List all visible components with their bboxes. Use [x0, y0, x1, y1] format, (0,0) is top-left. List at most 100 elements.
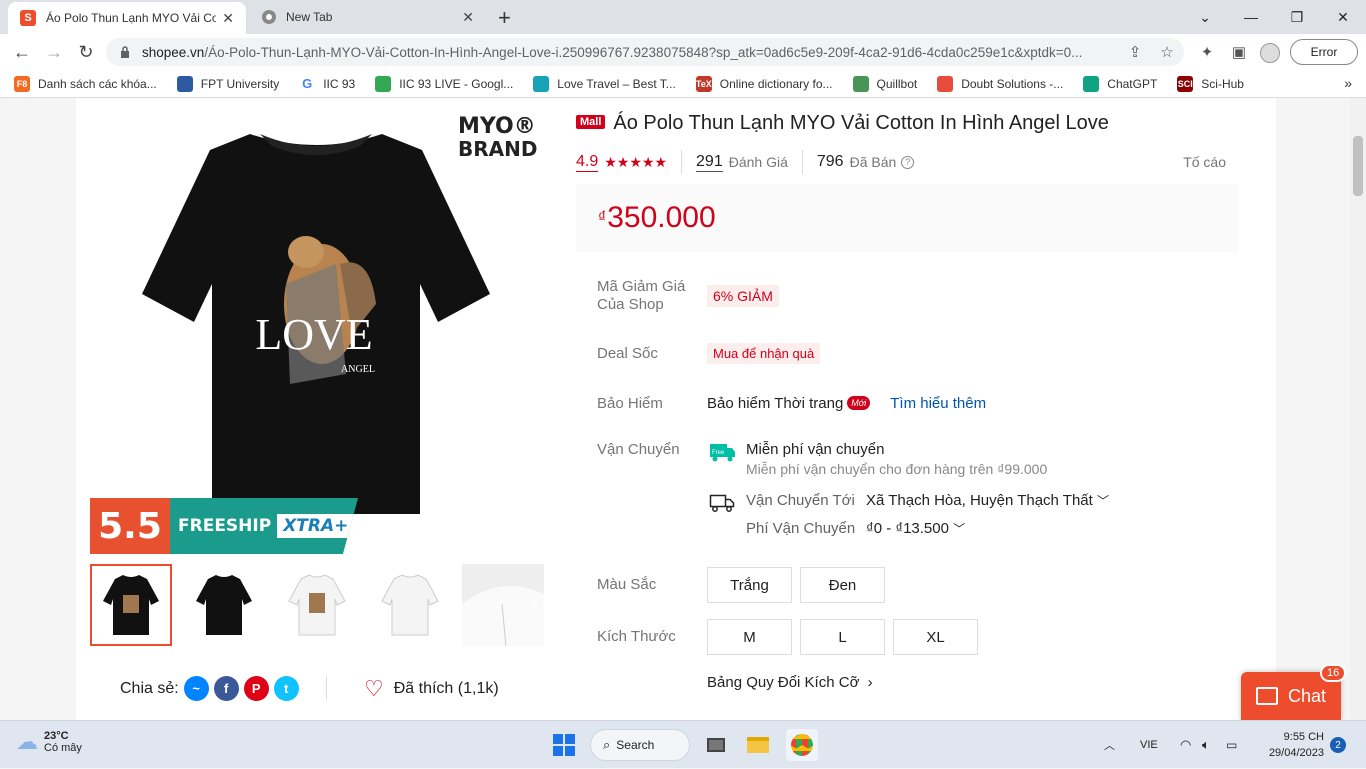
thumbnail-3[interactable]: [276, 564, 358, 646]
bookmarks-bar: F8 Danh sách các khóa... FPT University G II…: [0, 70, 1366, 98]
bookmark-item[interactable]: ChatGPT: [1083, 75, 1157, 92]
thumbnail-2[interactable]: [183, 564, 265, 646]
minimize-button[interactable]: —: [1228, 0, 1274, 34]
shopee-icon: S: [20, 10, 36, 26]
size-option-m[interactable]: M: [707, 619, 792, 655]
bookmark-label: Love Travel – Best T...: [557, 76, 676, 91]
ratings-divider: [801, 150, 803, 174]
task-view-icon[interactable]: [700, 729, 732, 761]
taskbar-clock[interactable]: 9:55 CH 29/04/2023: [1260, 729, 1324, 761]
bookmark-item[interactable]: F8 Danh sách các khóa...: [14, 75, 157, 92]
battery-icon[interactable]: ▭: [1226, 721, 1237, 769]
tray-overflow-icon[interactable]: ︿: [1104, 721, 1115, 769]
rating-count[interactable]: 291: [696, 153, 723, 172]
start-button[interactable]: [548, 729, 580, 761]
bookmark-item[interactable]: Quillbot: [852, 75, 917, 92]
rating-score[interactable]: 4.9: [576, 153, 599, 172]
tab-search-icon[interactable]: ⌄: [1182, 0, 1228, 34]
close-tab-icon[interactable]: ✕: [222, 10, 234, 27]
close-tab-icon[interactable]: ✕: [462, 9, 474, 26]
voucher-label: Mã Giảm Giá Của Shop: [597, 278, 685, 314]
product-title: Mall Áo Polo Thun Lạnh MYO Vải Cotton In …: [576, 112, 1109, 135]
voucher-label-line2: Của Shop: [597, 296, 664, 313]
bookmark-favicon-icon: [1083, 75, 1100, 92]
profile-avatar[interactable]: [1260, 43, 1280, 63]
size-chart-link[interactable]: Bảng Quy Đổi Kích Cỡ ›: [707, 674, 873, 691]
bookmark-item[interactable]: SCI Sci-Hub: [1177, 75, 1244, 92]
back-icon[interactable]: ←: [10, 40, 34, 64]
product-main-image[interactable]: LOVE ANGEL MYO® BRAND: [90, 104, 542, 554]
tab-shopee[interactable]: S Áo Polo Thun Lạnh MYO Vải Cotton In Hì…: [8, 2, 246, 34]
pinterest-icon[interactable]: P: [243, 676, 269, 701]
scrollbar-thumb[interactable]: [1353, 136, 1363, 196]
size-option-l[interactable]: L: [800, 619, 885, 655]
share-page-icon[interactable]: ⇪: [1126, 43, 1144, 61]
bookmark-favicon-icon: TeX: [695, 75, 712, 92]
size-option-xl[interactable]: XL: [893, 619, 978, 655]
sold-count: 796: [816, 153, 844, 170]
file-explorer-icon[interactable]: [742, 729, 774, 761]
report-link[interactable]: Tố cáo: [1183, 154, 1226, 170]
color-label: Màu Sắc: [597, 576, 657, 593]
clock-date: 29/04/2023: [1268, 747, 1324, 759]
lock-icon[interactable]: [120, 46, 130, 58]
ship-fee-selector[interactable]: ₫0 - ₫13.500 ﹀: [866, 520, 965, 537]
color-option-white[interactable]: Trắng: [707, 567, 792, 603]
bookmark-favicon-icon: [937, 75, 954, 92]
volume-icon[interactable]: 🔈︎: [1202, 721, 1210, 769]
bookmark-item[interactable]: TeX Online dictionary fo...: [695, 75, 833, 92]
voucher-label-line1: Mã Giảm Giá: [597, 278, 686, 295]
truck-icon: [709, 493, 735, 518]
like-button[interactable]: ♡ Đã thích (1,1k): [364, 676, 499, 702]
bookmark-item[interactable]: IIC 93 LIVE - Googl...: [375, 75, 514, 92]
extensions-icon[interactable]: ✦: [1198, 43, 1216, 61]
thumbnail-next-icon[interactable]: ›: [533, 596, 538, 614]
color-option-black[interactable]: Đen: [800, 567, 885, 603]
wifi-icon[interactable]: ◠: [1180, 721, 1191, 769]
side-panel-icon[interactable]: ▣: [1230, 43, 1248, 61]
restore-button[interactable]: ❐: [1274, 0, 1320, 34]
bookmark-item[interactable]: Love Travel – Best T...: [533, 75, 676, 92]
bookmark-favicon-icon: G: [299, 75, 316, 92]
notification-badge[interactable]: 2: [1330, 737, 1346, 753]
reload-icon[interactable]: ↻: [74, 40, 98, 64]
bookmark-star-icon[interactable]: ☆: [1158, 43, 1176, 61]
ship-to-selector[interactable]: Xã Thạch Hòa, Huyện Thạch Thất ﹀: [866, 492, 1109, 509]
tab-new-tab[interactable]: New Tab ✕: [250, 0, 486, 34]
page-scrollbar[interactable]: [1350, 98, 1366, 720]
size-chart-text: Bảng Quy Đổi Kích Cỡ: [707, 674, 860, 691]
language-indicator[interactable]: VIE: [1140, 721, 1158, 769]
twitter-icon[interactable]: t: [273, 676, 299, 701]
new-tab-button[interactable]: +: [498, 5, 511, 31]
ship-to-value: Xã Thạch Hòa, Huyện Thạch Thất: [866, 492, 1093, 509]
promo-xtra-text: XTRA+: [277, 514, 355, 538]
price-box: ₫ 350.000: [576, 184, 1238, 252]
voucher-tag[interactable]: 6% GIẢM: [707, 285, 779, 307]
bookmark-item[interactable]: Doubt Solutions -...: [937, 75, 1063, 92]
deal-tag[interactable]: Mua để nhận quà: [707, 343, 821, 364]
chrome-taskbar-icon[interactable]: [786, 729, 818, 761]
learn-more-link[interactable]: Tìm hiểu thêm: [890, 395, 986, 412]
search-icon: ⌕: [603, 737, 611, 752]
shipping-label: Vận Chuyển: [597, 441, 680, 458]
bookmarks-overflow-icon[interactable]: »: [1344, 75, 1352, 91]
error-button[interactable]: Error: [1290, 39, 1358, 65]
thumbnail-5[interactable]: ›: [462, 564, 544, 646]
help-icon[interactable]: ?: [901, 155, 915, 169]
rating-stars-icon: ★★★★★: [604, 153, 668, 170]
bookmark-item[interactable]: FPT University: [176, 75, 279, 92]
address-bar[interactable]: shopee.vn/Áo-Polo-Thun-Lạnh-MYO-Vải-Cott…: [106, 38, 1184, 66]
bookmark-label: IIC 93 LIVE - Googl...: [399, 76, 514, 91]
thumbnail-1[interactable]: [90, 564, 172, 646]
weather-widget[interactable]: ☁ 23°C Có mây: [16, 729, 82, 755]
promo-number: 5.5: [90, 498, 170, 554]
thumbnail-4[interactable]: [369, 564, 451, 646]
forward-icon[interactable]: →: [42, 40, 66, 64]
messenger-icon[interactable]: ~: [183, 676, 209, 701]
heart-icon[interactable]: ♡: [364, 676, 384, 702]
facebook-icon[interactable]: f: [213, 676, 239, 701]
bookmark-item[interactable]: G IIC 93: [299, 75, 355, 92]
promo-banner: 5.5 FREESHIP XTRA+: [90, 498, 358, 554]
taskbar-search[interactable]: ⌕ Search: [590, 729, 690, 761]
close-window-button[interactable]: ✕: [1320, 0, 1366, 34]
